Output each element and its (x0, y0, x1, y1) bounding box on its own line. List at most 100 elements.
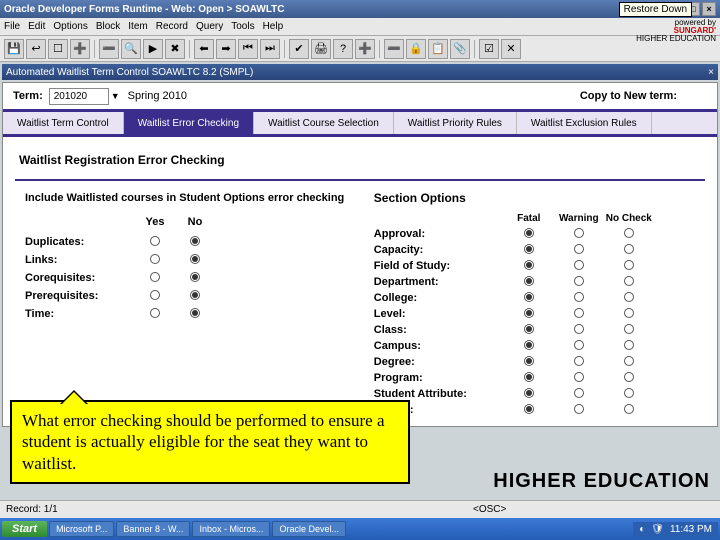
radio-fatal[interactable] (524, 356, 534, 366)
menu-file[interactable]: File (4, 21, 20, 32)
radio-nocheck[interactable] (624, 244, 634, 254)
commit-icon[interactable]: ✔ (289, 39, 309, 59)
remove-icon[interactable]: ➖ (384, 39, 404, 59)
radio-yes[interactable] (150, 290, 160, 300)
radio-nocheck[interactable] (624, 292, 634, 302)
radio-no[interactable] (190, 272, 200, 282)
menu-tools[interactable]: Tools (231, 21, 254, 32)
exec-q-icon[interactable]: ▶ (143, 39, 163, 59)
attach-icon[interactable]: 📎 (450, 39, 470, 59)
radio-warning[interactable] (574, 356, 584, 366)
delete-icon[interactable]: ➖ (99, 39, 119, 59)
radio-fatal[interactable] (524, 404, 534, 414)
checkbox-icon[interactable]: ☑ (479, 39, 499, 59)
term-name: Spring 2010 (128, 90, 187, 102)
radio-fatal[interactable] (524, 292, 534, 302)
close-button[interactable]: × (702, 2, 716, 16)
print-icon[interactable]: 🖨 (311, 39, 331, 59)
radio-warning[interactable] (574, 340, 584, 350)
radio-warning[interactable] (574, 324, 584, 334)
radio-nocheck[interactable] (624, 276, 634, 286)
rollback-icon[interactable]: ↩ (26, 39, 46, 59)
cancel-q-icon[interactable]: ✖ (165, 39, 185, 59)
radio-warning[interactable] (574, 260, 584, 270)
radio-warning[interactable] (574, 276, 584, 286)
option-row: Links: (25, 252, 374, 268)
tray-icon[interactable]: ◐ (639, 524, 645, 535)
radio-warning[interactable] (574, 404, 584, 414)
start-button[interactable]: Start (2, 521, 47, 537)
tray-icon[interactable]: 🛡 (651, 524, 664, 535)
taskbar-item[interactable]: Microsoft P... (49, 521, 114, 537)
save-icon[interactable]: 💾 (4, 39, 24, 59)
add-icon[interactable]: ➕ (355, 39, 375, 59)
menu-query[interactable]: Query (196, 21, 223, 32)
radio-nocheck[interactable] (624, 228, 634, 238)
section-option-label: Field of Study: (374, 260, 504, 272)
radio-nocheck[interactable] (624, 372, 634, 382)
tab-waitlist-error-checking[interactable]: Waitlist Error Checking (124, 112, 254, 134)
radio-fatal[interactable] (524, 308, 534, 318)
insert-icon[interactable]: ➕ (70, 39, 90, 59)
menu-help[interactable]: Help (263, 21, 284, 32)
brand-logo: powered by SUNGARD' HIGHER EDUCATION (636, 19, 716, 43)
radio-no[interactable] (190, 254, 200, 264)
radio-warning[interactable] (574, 228, 584, 238)
enter-q-icon[interactable]: 🔍 (121, 39, 141, 59)
radio-fatal[interactable] (524, 388, 534, 398)
radio-no[interactable] (190, 236, 200, 246)
menu-item[interactable]: Item (128, 21, 147, 32)
section-option-label: Department: (374, 276, 504, 288)
radio-fatal[interactable] (524, 324, 534, 334)
prev-blk-icon[interactable]: ⏮ (238, 39, 258, 59)
radio-yes[interactable] (150, 254, 160, 264)
tab-waitlist-priority-rules[interactable]: Waitlist Priority Rules (394, 112, 517, 134)
menu-record[interactable]: Record (156, 21, 188, 32)
radio-warning[interactable] (574, 292, 584, 302)
taskbar-item[interactable]: Oracle Devel... (272, 521, 346, 537)
term-input[interactable] (49, 88, 109, 105)
form-area: Term: ▼ Spring 2010 Copy to New term: Wa… (2, 82, 718, 427)
section-option-row: Level: (374, 306, 705, 322)
help-icon[interactable]: ? (333, 39, 353, 59)
radio-fatal[interactable] (524, 340, 534, 350)
radio-nocheck[interactable] (624, 388, 634, 398)
radio-warning[interactable] (574, 244, 584, 254)
tab-waitlist-course-selection[interactable]: Waitlist Course Selection (254, 112, 394, 134)
radio-nocheck[interactable] (624, 260, 634, 270)
radio-yes[interactable] (150, 272, 160, 282)
radio-fatal[interactable] (524, 228, 534, 238)
radio-nocheck[interactable] (624, 356, 634, 366)
radio-nocheck[interactable] (624, 340, 634, 350)
menu-edit[interactable]: Edit (28, 21, 45, 32)
radio-fatal[interactable] (524, 372, 534, 382)
term-dropdown-icon[interactable]: ▼ (111, 91, 120, 101)
form-close-icon[interactable]: × (708, 67, 714, 78)
clipboard-icon[interactable]: 📋 (428, 39, 448, 59)
radio-fatal[interactable] (524, 244, 534, 254)
radio-fatal[interactable] (524, 276, 534, 286)
radio-nocheck[interactable] (624, 324, 634, 334)
taskbar-item[interactable]: Inbox - Micros... (192, 521, 270, 537)
radio-warning[interactable] (574, 372, 584, 382)
radio-warning[interactable] (574, 388, 584, 398)
radio-yes[interactable] (150, 308, 160, 318)
radio-no[interactable] (190, 290, 200, 300)
radio-warning[interactable] (574, 308, 584, 318)
lock-icon[interactable]: 🔒 (406, 39, 426, 59)
menu-block[interactable]: Block (96, 21, 120, 32)
taskbar-item[interactable]: Banner 8 - W... (116, 521, 190, 537)
menu-options[interactable]: Options (53, 21, 87, 32)
tab-waitlist-exclusion-rules[interactable]: Waitlist Exclusion Rules (517, 112, 652, 134)
radio-fatal[interactable] (524, 260, 534, 270)
radio-no[interactable] (190, 308, 200, 318)
radio-nocheck[interactable] (624, 404, 634, 414)
radio-nocheck[interactable] (624, 308, 634, 318)
prev-icon[interactable]: ⬅ (194, 39, 214, 59)
tab-waitlist-term-control[interactable]: Waitlist Term Control (3, 112, 124, 134)
close-x-icon[interactable]: ✕ (501, 39, 521, 59)
select-icon[interactable]: ☐ (48, 39, 68, 59)
next-blk-icon[interactable]: ⏭ (260, 39, 280, 59)
radio-yes[interactable] (150, 236, 160, 246)
next-icon[interactable]: ➡ (216, 39, 236, 59)
